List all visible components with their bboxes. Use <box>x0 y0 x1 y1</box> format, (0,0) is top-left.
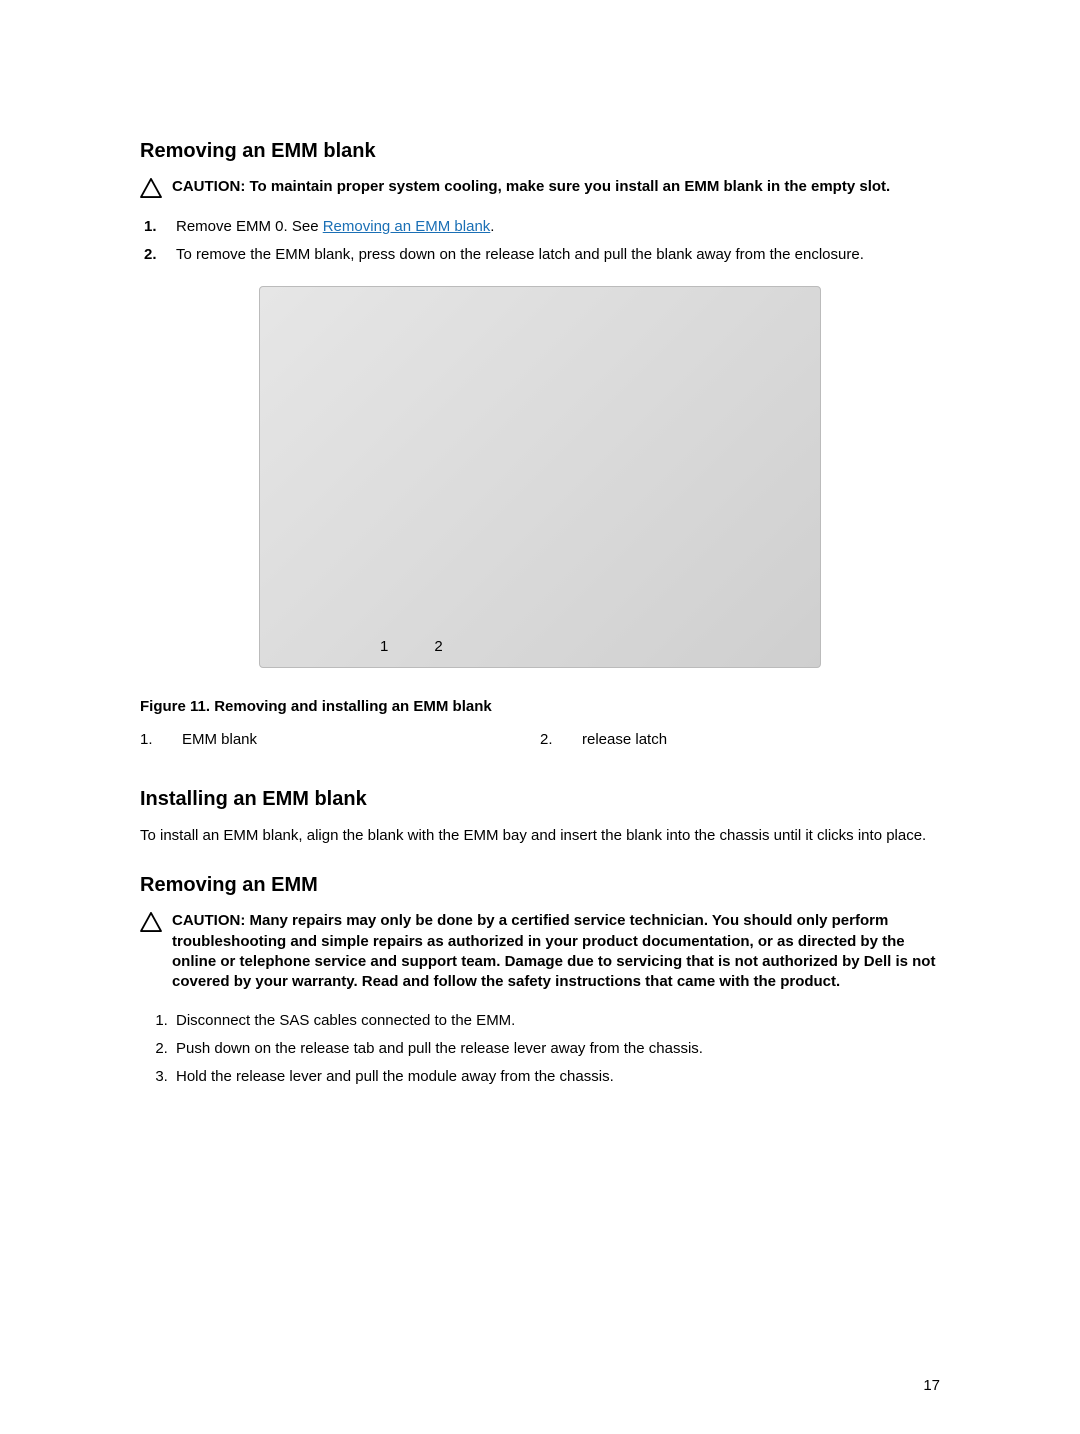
document-page: Removing an EMM blank CAUTION: To mainta… <box>0 0 1080 1434</box>
heading-removing-emm-blank: Removing an EMM blank <box>140 140 940 163</box>
step-item: To remove the EMM blank, press down on t… <box>140 244 940 266</box>
caution-icon <box>140 178 162 198</box>
caution-body: To maintain proper system cooling, make … <box>250 178 891 195</box>
legend-label: release latch <box>582 731 667 748</box>
figure: 1 2 <box>140 286 940 668</box>
figure-callout-1: 1 <box>380 638 388 655</box>
step-item: Remove EMM 0. See Removing an EMM blank. <box>140 216 940 238</box>
legend-number: 2. <box>540 731 558 748</box>
step-item: Push down on the release tab and pull th… <box>172 1038 940 1060</box>
step-item: Hold the release lever and pull the modu… <box>172 1066 940 1088</box>
steps-list: Remove EMM 0. See Removing an EMM blank.… <box>140 216 940 266</box>
step-text: Remove EMM 0. See <box>176 218 323 235</box>
step-item: Disconnect the SAS cables connected to t… <box>172 1010 940 1032</box>
caution-body: Many repairs may only be done by a certi… <box>172 912 935 990</box>
caution-prefix: CAUTION: <box>172 912 250 929</box>
step-text-post: . <box>490 218 494 235</box>
figure-legend: 1. EMM blank 2. release latch <box>140 731 940 748</box>
figure-callout-2: 2 <box>434 638 442 655</box>
figure-image: 1 2 <box>259 286 821 668</box>
caution-icon <box>140 912 162 932</box>
caution-block: CAUTION: To maintain proper system cooli… <box>140 177 940 198</box>
legend-number: 1. <box>140 731 158 748</box>
caution-block: CAUTION: Many repairs may only be done b… <box>140 911 940 992</box>
heading-removing-emm: Removing an EMM <box>140 874 940 897</box>
figure-caption: Figure 11. Removing and installing an EM… <box>140 698 940 715</box>
link-removing-emm-blank[interactable]: Removing an EMM blank <box>323 218 491 235</box>
legend-label: EMM blank <box>182 731 257 748</box>
steps-list: Disconnect the SAS cables connected to t… <box>140 1010 940 1087</box>
heading-installing-emm-blank: Installing an EMM blank <box>140 788 940 811</box>
caution-prefix: CAUTION: <box>172 178 250 195</box>
caution-text: CAUTION: Many repairs may only be done b… <box>172 911 940 992</box>
caution-text: CAUTION: To maintain proper system cooli… <box>172 177 890 197</box>
page-number: 17 <box>923 1377 940 1394</box>
paragraph: To install an EMM blank, align the blank… <box>140 825 940 847</box>
